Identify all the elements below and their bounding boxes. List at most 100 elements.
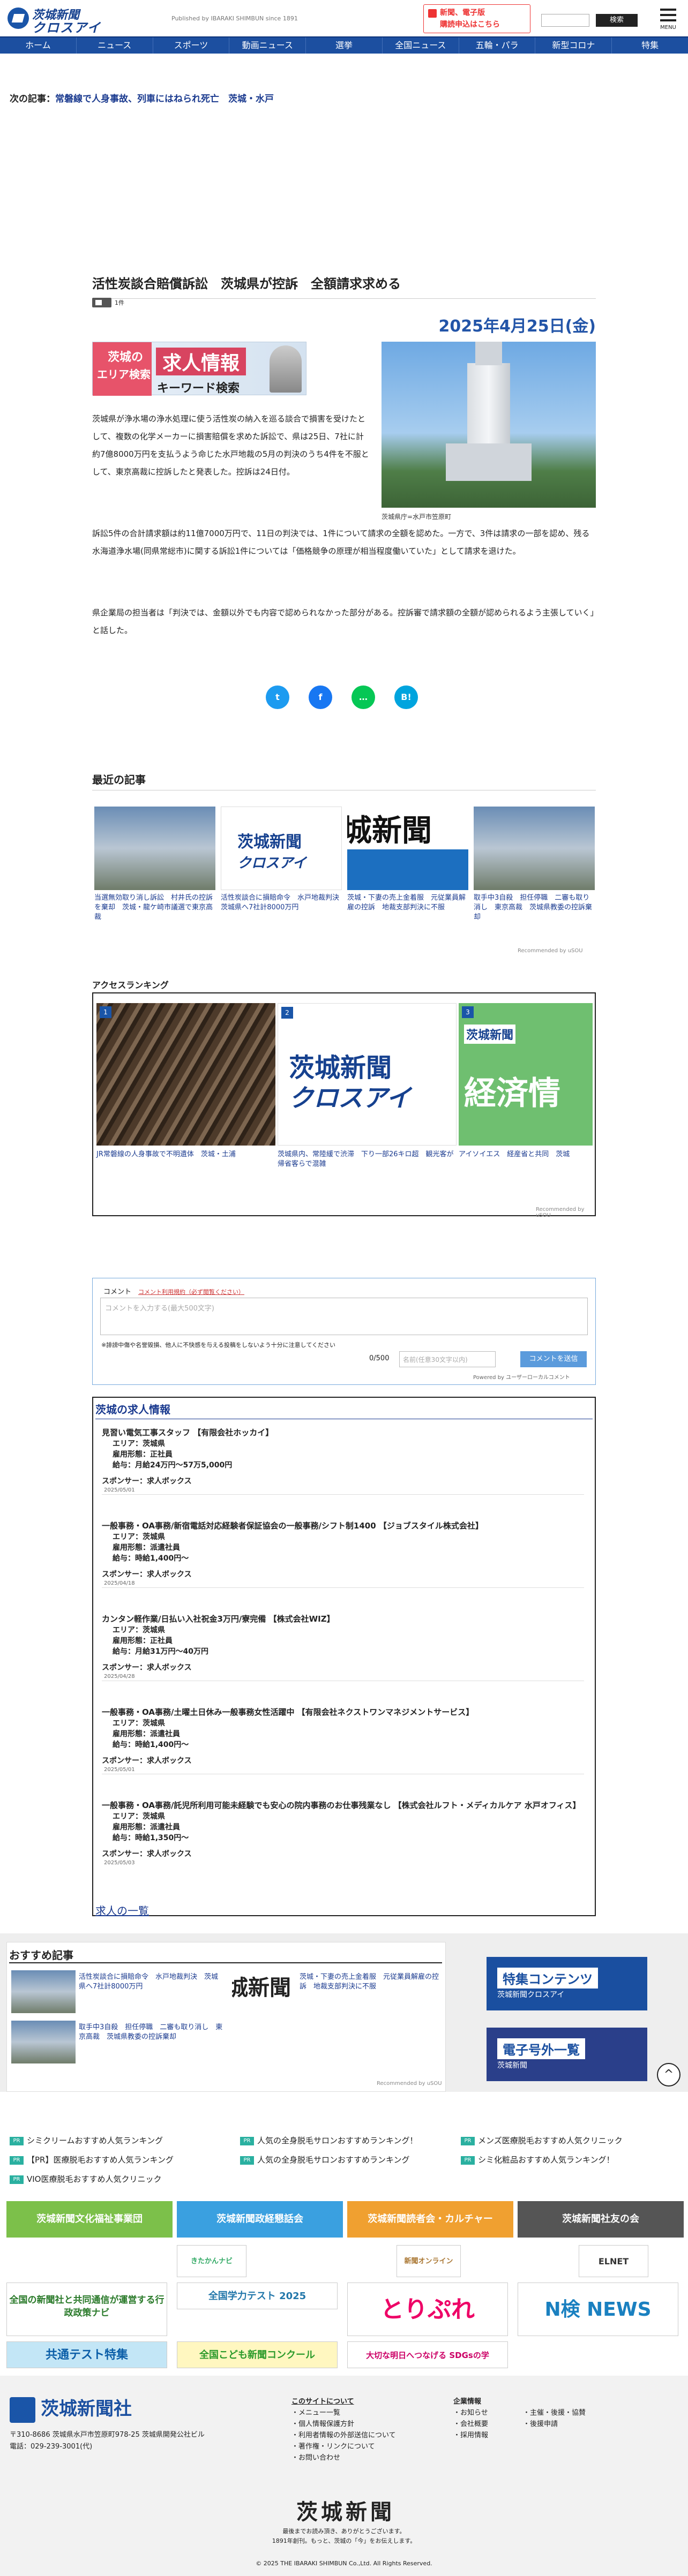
academic-test-banner[interactable]: 全国学力テスト 2025 xyxy=(177,2283,338,2309)
friends-club-button[interactable]: 茨城新聞社友の会 xyxy=(518,2201,684,2238)
comment-box: コメント コメント利用規約（必ず閲覧ください） コメントを入力する(最大500文… xyxy=(92,1278,596,1385)
ranking-logo-text: 茨城新聞 xyxy=(464,1025,516,1044)
job-item[interactable]: カンタン軽作業/日払い入社祝金3万円/寮完備 【株式会社WIZ】 エリア：茨城県雇… xyxy=(102,1613,584,1681)
job-search-banner[interactable]: 茨城の エリア検索 求人情報 キーワード検索 xyxy=(92,342,306,396)
twitter-share-icon[interactable]: t xyxy=(266,686,289,709)
toripure-banner[interactable]: とりぷれ xyxy=(347,2283,508,2336)
job-item[interactable]: 見習い電気工事スタッフ 【有限会社ホッカイ】 エリア：茨城県 雇用形態：正社員 給与：… xyxy=(102,1427,584,1495)
recent-card[interactable]: 当選無効取り消し訴訟 村井氏の控訴を棄却 茨城・龍ケ崎市議選で東京高裁 xyxy=(94,807,215,923)
back-to-top-icon[interactable]: ^ xyxy=(657,2063,680,2087)
ranking-card[interactable]: 3 茨城新聞 経済情 アイソイエス 経産省と共同 茨城 xyxy=(459,1003,593,1201)
ranking-logo-sub: クロスアイ xyxy=(289,1084,411,1112)
banner-person-image xyxy=(270,345,302,393)
next-article: 次の記事：常磐線で人身事故、列車にはねられ死亡 茨城・水戸 xyxy=(10,91,274,104)
banner-line1: 茨城の xyxy=(108,351,144,364)
economic-forum-button[interactable]: 茨城新聞政経懇話会 xyxy=(177,2201,343,2238)
next-article-link[interactable]: 常磐線で人身事故、列車にはねられ死亡 茨城・水戸 xyxy=(55,94,274,104)
reader-club-button[interactable]: 茨城新聞読者会・カルチャー xyxy=(347,2201,513,2238)
footer-link[interactable]: 主催・後援・協賛 xyxy=(530,2409,586,2417)
subscribe-button[interactable]: 新聞、電子版 購読申込はこちら xyxy=(423,4,530,33)
footer-link[interactable]: 採用情報 xyxy=(460,2431,488,2439)
extra-edition-banner[interactable]: 電子号外一覧 茨城新聞 xyxy=(487,2028,647,2081)
feature-contents-banner[interactable]: 特集コンテンツ 茨城新聞クロスアイ xyxy=(487,1957,647,2010)
logo-bottom-text: クロスアイ xyxy=(32,20,101,35)
nav-feature[interactable]: 特集 xyxy=(612,37,688,54)
kitakan-navi-banner[interactable]: きたかんナビ xyxy=(177,2245,246,2277)
pr-link[interactable]: PR 人気の全身脱毛サロンおすすめランキング xyxy=(240,2154,410,2165)
menu-label: MENU xyxy=(660,25,676,31)
footer-link[interactable]: お知らせ xyxy=(460,2409,488,2417)
culture-welfare-button[interactable]: 茨城新聞文化福祉事業団 xyxy=(6,2201,173,2238)
nav-video[interactable]: 動画ニュース xyxy=(229,37,306,54)
recommend-box: おすすめ記事 活性炭談合に損賠命令 水戸地裁判決 茨城県へ7社計8000万円 城… xyxy=(6,1942,446,2092)
hatena-share-icon[interactable]: B! xyxy=(394,686,418,709)
recent-logo-text: 茨城新聞 xyxy=(237,833,302,852)
facebook-share-icon[interactable]: f xyxy=(309,686,332,709)
site-logo[interactable]: 茨城新聞 クロスアイ xyxy=(8,5,136,35)
common-test-banner[interactable]: 共通テスト特集 xyxy=(6,2341,167,2368)
ranking-card[interactable]: 2 茨城新聞 クロスアイ 茨城県内、常陸緩で渋滞 下り一部26キロ超 観光客が帰省客ら… xyxy=(278,1003,457,1201)
search-button[interactable]: 検索 xyxy=(596,14,638,27)
recommend-item[interactable]: 取手中3自殺 担任停職 二審も取り消し 東京高裁 茨城県教委の控訴棄却 xyxy=(11,2021,228,2063)
comment-note: ※誹謗中傷や名誉毀損、他人に不快感を与える投稿をしないよう十分に注意してください xyxy=(101,1342,336,1349)
footer-link[interactable]: 後援申請 xyxy=(530,2420,558,2428)
ranking-image: 3 茨城新聞 経済情 xyxy=(459,1003,593,1146)
children-newspaper-banner[interactable]: 全国こども新聞コンクール xyxy=(177,2341,338,2368)
pr-link[interactable]: PR VIO医療脱毛おすすめ人気クリニック xyxy=(10,2173,162,2185)
footer-link[interactable]: お問い合わせ xyxy=(298,2454,340,2462)
ranking-title: JR常磐線の人身事故で不明遺体 茨城・土浦 xyxy=(96,1150,236,1158)
job-item[interactable]: 一般事務・OA事務/土曜土日休み一般事務女性活躍中 【有限会社ネクストワンマネジ… xyxy=(102,1706,584,1774)
footer-link[interactable]: 著作権・リンクについて xyxy=(298,2443,375,2451)
nav-sports[interactable]: スポーツ xyxy=(153,37,230,54)
pr-badge: PR xyxy=(10,2156,24,2165)
search-input[interactable] xyxy=(541,14,589,27)
recent-card[interactable]: 取手中3自殺 担任停職 二審も取り消し 東京高裁 茨城県教委の控訴棄却 xyxy=(474,807,595,923)
nav-national[interactable]: 全国ニュース xyxy=(383,37,459,54)
newspaper-online-banner[interactable]: 新聞オンライン xyxy=(397,2245,461,2277)
recent-card[interactable]: 城新聞 茨城・下妻の売上金着服 元従業員解雇の控訴 地裁支部判決に不服 xyxy=(347,807,468,923)
sdgs-banner[interactable]: 大切な明日へつなげる SDGsの学 xyxy=(347,2341,508,2368)
rank-number: 3 xyxy=(462,1006,474,1018)
pr-link[interactable]: PR シミクリームおすすめ人気ランキング xyxy=(10,2135,163,2146)
recommend-image xyxy=(11,2021,76,2063)
recent-card[interactable]: 茨城新聞 クロスアイ 活性炭談合に損賠命令 水戸地裁判決 茨城県へ7社計8000万円 xyxy=(221,807,346,923)
pr-link[interactable]: PR メンズ医療脱毛おすすめ人気クリニック xyxy=(461,2135,623,2146)
job-item[interactable]: 一般事務・OA事務/新宿電話対応経験者保証協会の一般事務/シフト制1400 【ジ… xyxy=(102,1520,584,1588)
name-input[interactable]: 名前(任意30文字以内) xyxy=(399,1351,496,1367)
line-share-icon[interactable]: … xyxy=(352,686,375,709)
nav-home[interactable]: ホーム xyxy=(0,37,77,54)
comment-terms-link[interactable]: コメント利用規約（必ず閲覧ください） xyxy=(138,1289,244,1295)
pr-link[interactable]: PR 人気の全身脱毛サロンおすすめランキング！ xyxy=(240,2135,418,2146)
ranking-title: アイソイエス 経産省と共同 茨城 xyxy=(459,1150,570,1158)
usou-credit: Recommended by uSOU xyxy=(518,948,583,954)
admin-policy-banner[interactable]: 全国の新聞社と共同通信が運営する行政政策ナビ xyxy=(6,2283,167,2336)
prefectural-office-building xyxy=(446,342,532,481)
job-item[interactable]: 一般事務・OA事務/託児所利用可能未経験でも安心の院内事務のお仕事残業なし 【株… xyxy=(102,1799,584,1867)
pr-link[interactable]: PR 【PR】医療脱毛おすすめ人気ランキング xyxy=(10,2154,174,2165)
site-header: 茨城新聞 クロスアイ Published by IBARAKI SHIMBUN … xyxy=(0,0,688,36)
footer-logo[interactable]: 茨城新聞社 xyxy=(10,2394,132,2423)
comment-textarea[interactable]: コメントを入力する(最大500文字) xyxy=(100,1298,588,1335)
nav-news[interactable]: ニュース xyxy=(77,37,153,54)
menu-button[interactable]: MENU xyxy=(656,5,680,32)
copyright: © 2025 THE IBARAKI SHIMBUN Co.,Ltd. All … xyxy=(256,2560,432,2567)
recommend-item[interactable]: 城新聞 茨城・下妻の売上金着服 元従業員解雇の控訴 地裁支部判決に不服 xyxy=(232,1970,448,2013)
publisher-text: Published by IBARAKI SHIMBUN since 1891 xyxy=(171,15,298,22)
footer-brand-title: 茨城新聞 xyxy=(296,2499,395,2525)
footer-link[interactable]: メニュー一覧 xyxy=(298,2409,340,2417)
nav-election[interactable]: 選挙 xyxy=(306,37,383,54)
pr-link[interactable]: PR シミ化粧品おすすめ人気ランキング！ xyxy=(461,2154,615,2165)
footer-link[interactable]: 会社概要 xyxy=(460,2420,488,2428)
article-date: 2025年4月25日(金) xyxy=(438,317,596,336)
view-count-text: 1件 xyxy=(115,299,124,306)
job-list-link[interactable]: 求人の一覧 xyxy=(95,1902,149,1918)
recommend-item[interactable]: 活性炭談合に損賠命令 水戸地裁判決 茨城県へ7社計8000万円 xyxy=(11,1970,228,2013)
n-ken-news-banner[interactable]: N検 NEWS xyxy=(518,2283,678,2336)
ranking-card[interactable]: 1 JR常磐線の人身事故で不明遺体 茨城・土浦 xyxy=(96,1003,275,1201)
elnet-banner[interactable]: ELNET xyxy=(579,2245,648,2277)
nav-corona[interactable]: 新型コロナ xyxy=(535,37,612,54)
nav-olympics[interactable]: 五輪・パラ xyxy=(459,37,536,54)
footer-link[interactable]: 個人情報保護方針 xyxy=(298,2420,354,2428)
comment-submit-button[interactable]: コメントを送信 xyxy=(520,1351,587,1367)
footer-link[interactable]: 利用者情報の外部送信について xyxy=(298,2431,396,2439)
